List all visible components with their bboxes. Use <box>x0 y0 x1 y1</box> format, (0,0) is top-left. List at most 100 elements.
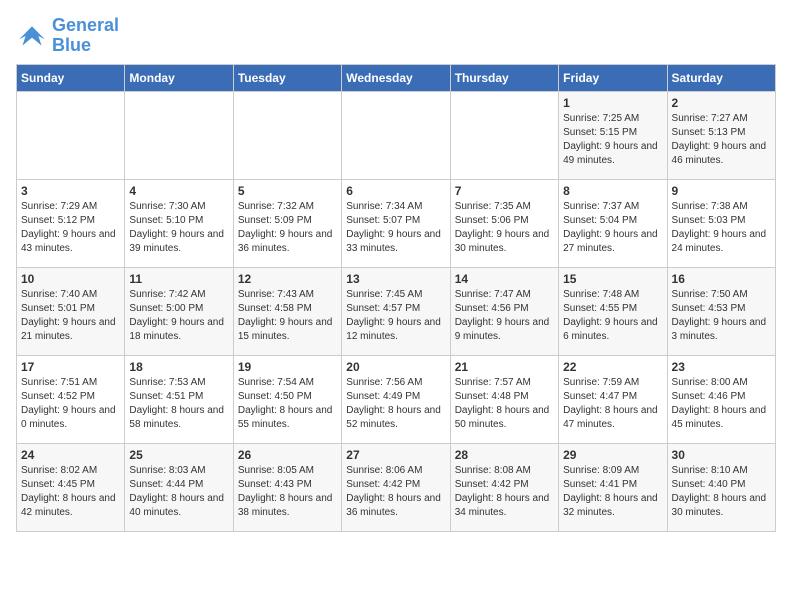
calendar-cell: 14Sunrise: 7:47 AMSunset: 4:56 PMDayligh… <box>450 267 558 355</box>
calendar-cell: 9 Sunrise: 7:38 AMSunset: 5:03 PMDaylight… <box>667 179 775 267</box>
calendar-cell: 27 Sunrise: 8:06 AMSunset: 4:42 PMDayligh… <box>342 443 450 531</box>
day-info: Sunrise: 7:29 AMSunset: 5:12 PMDaylight:… <box>21 200 120 256</box>
calendar-cell: 8Sunrise: 7:37 AMSunset: 5:04 PMDaylight… <box>559 179 667 267</box>
day-info: Sunrise: 8:02 AMSunset: 4:45 PMDaylight:… <box>21 464 120 520</box>
calendar-cell: 19 Sunrise: 7:54 AMSunset: 4:50 PMDayligh… <box>233 355 341 443</box>
day-info: Sunrise: 7:34 AMSunset: 5:07 PMDaylight:… <box>346 200 445 256</box>
day-number: 9 <box>672 184 771 198</box>
day-number: 19 <box>238 360 337 374</box>
day-number: 12 <box>238 272 337 286</box>
col-header-monday: Monday <box>125 64 233 91</box>
day-info: Sunrise: 7:59 AMSunset: 4:47 PMDaylight:… <box>563 376 662 432</box>
day-info: Sunrise: 8:09 AMSunset: 4:41 PMDaylight:… <box>563 464 662 520</box>
day-info: Sunrise: 7:27 AMSunset: 5:13 PMDaylight:… <box>672 112 771 168</box>
calendar-cell: 23 Sunrise: 8:00 AMSunset: 4:46 PMDayligh… <box>667 355 775 443</box>
calendar-cell <box>17 91 125 179</box>
calendar-cell: 6 Sunrise: 7:34 AMSunset: 5:07 PMDaylight… <box>342 179 450 267</box>
day-number: 15 <box>563 272 662 286</box>
day-info: Sunrise: 7:54 AMSunset: 4:50 PMDaylight:… <box>238 376 337 432</box>
day-info: Sunrise: 8:03 AMSunset: 4:44 PMDaylight:… <box>129 464 228 520</box>
day-info: Sunrise: 7:35 AMSunset: 5:06 PMDaylight:… <box>455 200 554 256</box>
day-number: 21 <box>455 360 554 374</box>
calendar-cell: 25Sunrise: 8:03 AMSunset: 4:44 PMDayligh… <box>125 443 233 531</box>
day-info: Sunrise: 7:57 AMSunset: 4:48 PMDaylight:… <box>455 376 554 432</box>
day-info: Sunrise: 7:48 AMSunset: 4:55 PMDaylight:… <box>563 288 662 344</box>
day-number: 4 <box>129 184 228 198</box>
day-info: Sunrise: 7:51 AMSunset: 4:52 PMDaylight:… <box>21 376 120 432</box>
calendar-cell: 11 Sunrise: 7:42 AMSunset: 5:00 PMDayligh… <box>125 267 233 355</box>
col-header-saturday: Saturday <box>667 64 775 91</box>
calendar-cell <box>450 91 558 179</box>
day-info: Sunrise: 7:45 AMSunset: 4:57 PMDaylight:… <box>346 288 445 344</box>
day-info: Sunrise: 8:08 AMSunset: 4:42 PMDaylight:… <box>455 464 554 520</box>
day-info: Sunrise: 7:30 AMSunset: 5:10 PMDaylight:… <box>129 200 228 256</box>
calendar-cell: 20 Sunrise: 7:56 AMSunset: 4:49 PMDayligh… <box>342 355 450 443</box>
day-info: Sunrise: 7:50 AMSunset: 4:53 PMDaylight:… <box>672 288 771 344</box>
calendar-cell: 29 Sunrise: 8:09 AMSunset: 4:41 PMDayligh… <box>559 443 667 531</box>
day-number: 3 <box>21 184 120 198</box>
day-info: Sunrise: 7:25 AMSunset: 5:15 PMDaylight:… <box>563 112 662 168</box>
calendar-cell: 22 Sunrise: 7:59 AMSunset: 4:47 PMDayligh… <box>559 355 667 443</box>
calendar-cell: 4 Sunrise: 7:30 AMSunset: 5:10 PMDaylight… <box>125 179 233 267</box>
col-header-sunday: Sunday <box>17 64 125 91</box>
calendar-table: SundayMondayTuesdayWednesdayThursdayFrid… <box>16 64 776 532</box>
calendar-cell: 18 Sunrise: 7:53 AMSunset: 4:51 PMDayligh… <box>125 355 233 443</box>
day-number: 20 <box>346 360 445 374</box>
day-number: 11 <box>129 272 228 286</box>
day-number: 23 <box>672 360 771 374</box>
day-number: 24 <box>21 448 120 462</box>
day-number: 7 <box>455 184 554 198</box>
day-number: 27 <box>346 448 445 462</box>
day-info: Sunrise: 7:40 AMSunset: 5:01 PMDaylight:… <box>21 288 120 344</box>
calendar-cell: 24 Sunrise: 8:02 AMSunset: 4:45 PMDayligh… <box>17 443 125 531</box>
day-number: 22 <box>563 360 662 374</box>
day-number: 18 <box>129 360 228 374</box>
col-header-wednesday: Wednesday <box>342 64 450 91</box>
day-info: Sunrise: 8:05 AMSunset: 4:43 PMDaylight:… <box>238 464 337 520</box>
logo: General Blue <box>16 16 119 56</box>
day-info: Sunrise: 7:43 AMSunset: 4:58 PMDaylight:… <box>238 288 337 344</box>
day-info: Sunrise: 7:38 AMSunset: 5:03 PMDaylight:… <box>672 200 771 256</box>
day-number: 16 <box>672 272 771 286</box>
day-number: 13 <box>346 272 445 286</box>
calendar-cell <box>125 91 233 179</box>
calendar-cell: 7 Sunrise: 7:35 AMSunset: 5:06 PMDaylight… <box>450 179 558 267</box>
calendar-cell: 3 Sunrise: 7:29 AMSunset: 5:12 PMDaylight… <box>17 179 125 267</box>
day-info: Sunrise: 8:06 AMSunset: 4:42 PMDaylight:… <box>346 464 445 520</box>
day-number: 6 <box>346 184 445 198</box>
day-info: Sunrise: 7:42 AMSunset: 5:00 PMDaylight:… <box>129 288 228 344</box>
calendar-cell: 21 Sunrise: 7:57 AMSunset: 4:48 PMDayligh… <box>450 355 558 443</box>
day-info: Sunrise: 7:53 AMSunset: 4:51 PMDaylight:… <box>129 376 228 432</box>
page-header: General Blue <box>16 16 776 56</box>
day-info: Sunrise: 8:10 AMSunset: 4:40 PMDaylight:… <box>672 464 771 520</box>
calendar-cell: 13 Sunrise: 7:45 AMSunset: 4:57 PMDayligh… <box>342 267 450 355</box>
day-number: 8 <box>563 184 662 198</box>
calendar-cell: 30 Sunrise: 8:10 AMSunset: 4:40 PMDayligh… <box>667 443 775 531</box>
col-header-thursday: Thursday <box>450 64 558 91</box>
calendar-cell: 26 Sunrise: 8:05 AMSunset: 4:43 PMDayligh… <box>233 443 341 531</box>
day-number: 26 <box>238 448 337 462</box>
day-number: 5 <box>238 184 337 198</box>
calendar-cell: 17 Sunrise: 7:51 AMSunset: 4:52 PMDayligh… <box>17 355 125 443</box>
day-number: 2 <box>672 96 771 110</box>
day-number: 10 <box>21 272 120 286</box>
day-number: 28 <box>455 448 554 462</box>
col-header-friday: Friday <box>559 64 667 91</box>
calendar-cell: 2 Sunrise: 7:27 AMSunset: 5:13 PMDaylight… <box>667 91 775 179</box>
day-number: 17 <box>21 360 120 374</box>
calendar-cell: 15 Sunrise: 7:48 AMSunset: 4:55 PMDayligh… <box>559 267 667 355</box>
calendar-cell: 12 Sunrise: 7:43 AMSunset: 4:58 PMDayligh… <box>233 267 341 355</box>
logo-text: General Blue <box>52 16 119 56</box>
day-number: 30 <box>672 448 771 462</box>
day-number: 14 <box>455 272 554 286</box>
col-header-tuesday: Tuesday <box>233 64 341 91</box>
day-info: Sunrise: 8:00 AMSunset: 4:46 PMDaylight:… <box>672 376 771 432</box>
calendar-cell: 28 Sunrise: 8:08 AMSunset: 4:42 PMDayligh… <box>450 443 558 531</box>
day-number: 29 <box>563 448 662 462</box>
calendar-cell: 1 Sunrise: 7:25 AMSunset: 5:15 PMDaylight… <box>559 91 667 179</box>
logo-icon <box>16 20 48 52</box>
calendar-cell: 16 Sunrise: 7:50 AMSunset: 4:53 PMDayligh… <box>667 267 775 355</box>
day-number: 1 <box>563 96 662 110</box>
day-info: Sunrise: 7:56 AMSunset: 4:49 PMDaylight:… <box>346 376 445 432</box>
day-info: Sunrise: 7:32 AMSunset: 5:09 PMDaylight:… <box>238 200 337 256</box>
